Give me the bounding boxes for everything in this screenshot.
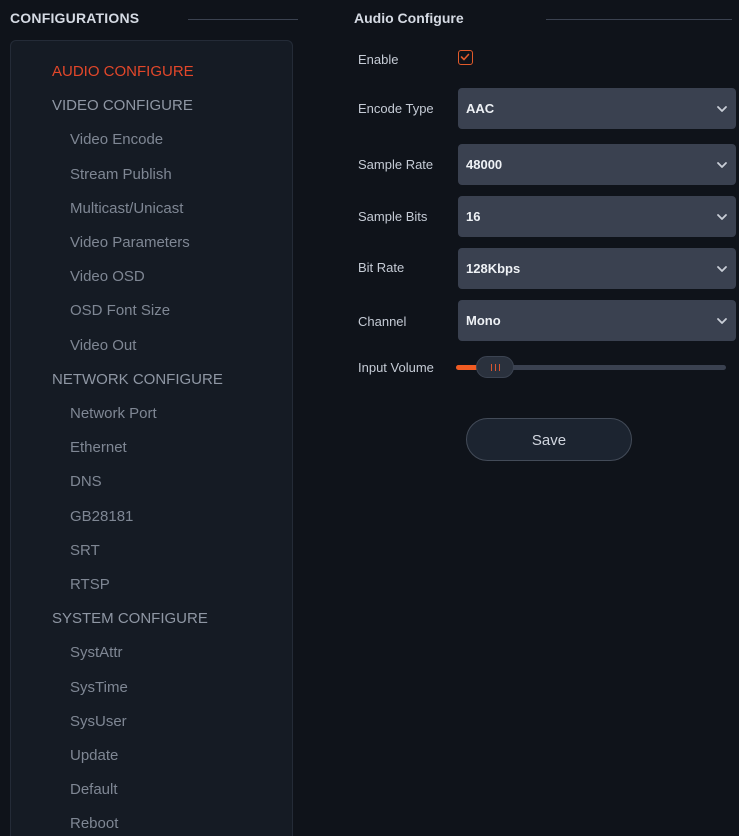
sidebar-item-update[interactable]: Update xyxy=(70,744,118,768)
sidebar-item-video-parameters[interactable]: Video Parameters xyxy=(70,231,190,255)
sidebar-item-video-out[interactable]: Video Out xyxy=(70,334,136,358)
sidebar-item-audio-configure[interactable]: AUDIO CONFIGURE xyxy=(52,60,194,84)
enable-label: Enable xyxy=(358,52,399,67)
enable-checkbox[interactable] xyxy=(458,50,473,65)
sidebar-item-video-encode[interactable]: Video Encode xyxy=(70,128,163,152)
sample-bits-label: Sample Bits xyxy=(358,209,428,224)
encode-type-label: Encode Type xyxy=(358,101,434,116)
chevron-down-icon xyxy=(717,266,727,272)
channel-value: Mono xyxy=(466,313,501,328)
sample-bits-select[interactable]: 16 xyxy=(458,196,736,237)
sidebar-item-video-osd[interactable]: Video OSD xyxy=(70,265,145,289)
header-divider xyxy=(546,19,732,20)
save-button[interactable]: Save xyxy=(466,418,632,461)
encode-type-value: AAC xyxy=(466,101,495,116)
bit-rate-value: 128Kbps xyxy=(466,261,521,276)
sidebar-item-network-configure[interactable]: NETWORK CONFIGURE xyxy=(52,368,223,392)
sidebar-item-rtsp[interactable]: RTSP xyxy=(70,573,110,597)
sidebar-item-systime[interactable]: SysTime xyxy=(70,676,128,700)
grip-icon xyxy=(495,364,496,371)
configurations-title: CONFIGURATIONS xyxy=(10,10,140,26)
sidebar-item-gb28181[interactable]: GB28181 xyxy=(70,505,133,529)
chevron-down-icon xyxy=(717,318,727,324)
input-volume-label: Input Volume xyxy=(358,360,434,375)
encode-type-select[interactable]: AAC xyxy=(458,88,736,129)
app-root: CONFIGURATIONS AUDIO CONFIGURE VIDEO CONF… xyxy=(0,0,739,836)
bit-rate-label: Bit Rate xyxy=(358,260,405,275)
grip-icon xyxy=(499,364,500,371)
sidebar-item-sysuser[interactable]: SysUser xyxy=(70,710,127,734)
sidebar-item-network-port[interactable]: Network Port xyxy=(70,402,157,426)
configurations-header: CONFIGURATIONS xyxy=(10,10,298,32)
chevron-down-icon xyxy=(717,162,727,168)
sidebar-item-osd-font-size[interactable]: OSD Font Size xyxy=(70,299,170,323)
sidebar-item-system-configure[interactable]: SYSTEM CONFIGURE xyxy=(52,607,208,631)
channel-label: Channel xyxy=(358,314,407,329)
sidebar-item-video-configure[interactable]: VIDEO CONFIGURE xyxy=(52,94,193,118)
channel-select[interactable]: Mono xyxy=(458,300,736,341)
sample-bits-value: 16 xyxy=(466,209,481,224)
sidebar-item-default[interactable]: Default xyxy=(70,778,118,802)
grip-icon xyxy=(491,364,492,371)
sample-rate-select[interactable]: 48000 xyxy=(458,144,736,185)
sidebar-item-stream-publish[interactable]: Stream Publish xyxy=(70,163,172,187)
volume-fill xyxy=(456,365,478,370)
sidebar-item-dns[interactable]: DNS xyxy=(70,470,102,494)
form-header: Audio Configure xyxy=(354,10,734,32)
sidebar-item-ethernet[interactable]: Ethernet xyxy=(70,436,127,460)
page-title: Audio Configure xyxy=(354,10,464,26)
sample-rate-value: 48000 xyxy=(466,157,503,172)
sample-rate-label: Sample Rate xyxy=(358,157,434,172)
chevron-down-icon xyxy=(717,106,727,112)
sidebar-item-reboot[interactable]: Reboot xyxy=(70,812,118,836)
sidebar-item-srt[interactable]: SRT xyxy=(70,539,100,563)
input-volume-thumb[interactable] xyxy=(476,356,514,378)
chevron-down-icon xyxy=(717,214,727,220)
bit-rate-select[interactable]: 128Kbps xyxy=(458,248,736,289)
sidebar-item-systattr[interactable]: SystAttr xyxy=(70,641,123,665)
sidebar-item-multicast-unicast[interactable]: Multicast/Unicast xyxy=(70,197,183,221)
sidebar-nav: AUDIO CONFIGURE VIDEO CONFIGURE Video Enco… xyxy=(10,40,293,836)
check-icon xyxy=(460,53,470,61)
header-divider xyxy=(188,19,298,20)
